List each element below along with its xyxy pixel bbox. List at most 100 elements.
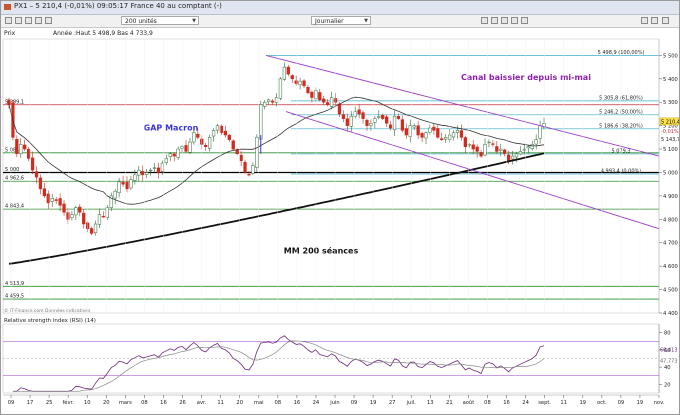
x-tick-label: 08 [275, 400, 282, 406]
candle-body [168, 153, 172, 157]
candle-body [223, 130, 227, 136]
candle-body [436, 128, 440, 138]
candle-body [471, 144, 475, 150]
candle-body [396, 116, 401, 119]
x-tick-label: mars [119, 400, 132, 406]
candle-body [388, 124, 393, 129]
candle-body [133, 174, 137, 181]
candle-body [207, 137, 212, 149]
candle-body [365, 119, 369, 126]
candle-body [270, 100, 275, 103]
candle-body [188, 141, 192, 153]
candle-body [369, 123, 373, 126]
current-price-change: -0,01% [661, 129, 679, 135]
candle-body [137, 169, 141, 176]
candle-body [412, 125, 416, 128]
candle-body [337, 103, 342, 115]
candle-body [286, 66, 290, 75]
candle-body [349, 116, 353, 127]
candle-body [42, 188, 47, 197]
candle-body [432, 126, 436, 131]
x-tick-label: 13 [427, 400, 434, 406]
candle-body [121, 181, 125, 185]
x-tick-label: 27 [389, 400, 396, 406]
candle-body [204, 144, 208, 147]
y-tick-label: 4 700 [663, 241, 678, 247]
candle-body [447, 134, 452, 140]
candle-body [278, 78, 283, 99]
x-tick-label: 08 [141, 400, 148, 406]
candle-body [404, 128, 408, 136]
candle-body [444, 137, 448, 140]
candle-body [428, 127, 432, 133]
x-tick-label: nov. [654, 400, 665, 406]
source-note: © IT-Finance.com Données indicatives [4, 307, 91, 314]
candle-body [318, 92, 322, 101]
price-tab-label[interactable]: Prix [4, 30, 16, 37]
candle-body [514, 153, 519, 158]
candle-body [259, 104, 263, 140]
candle-body [54, 199, 58, 201]
chart-canvas: Prix Année :Haut 5 498,9 Bas 4 733,9 5 5… [2, 30, 679, 406]
candle-body [227, 134, 231, 140]
candle-body [459, 130, 464, 138]
rsi-y-tick-label: 40 [664, 365, 671, 371]
rsi-y-tick-label: 20 [664, 382, 671, 388]
y-tick-label: 4 800 [663, 217, 678, 223]
x-tick-label: mai [254, 400, 264, 406]
candle-body [152, 167, 157, 169]
x-tick-label: juin [329, 400, 339, 406]
level-label: 4 962,6 [5, 176, 24, 182]
y-tick-label: 5 100 [663, 147, 678, 153]
candle-body [129, 179, 133, 189]
current-price-value: 5 210,4 [661, 119, 679, 125]
rsi-title: Relative strength index (RSI) (14) [4, 318, 96, 324]
candle-body [101, 215, 106, 218]
candle-body [530, 144, 534, 150]
candle-body [243, 161, 247, 173]
x-tick-label: 25 [46, 400, 53, 406]
x-tick-label: 11 [217, 400, 224, 406]
candle-body [400, 119, 405, 131]
candle-body [302, 80, 306, 87]
rsi-signal-value: 47,773 [660, 358, 678, 364]
x-tick-label: 09 [8, 400, 15, 406]
candle-body [361, 112, 365, 119]
candle-body [27, 149, 31, 159]
x-tick-label: juil. [406, 400, 417, 406]
x-tick-label: 16 [294, 400, 301, 406]
candle-body [522, 148, 526, 151]
candle-body [86, 222, 90, 229]
x-tick-label: 17 [27, 400, 34, 406]
candle-body [463, 137, 467, 147]
y-tick-label: 5 000 [663, 170, 678, 176]
y-tick-label: 5 500 [663, 53, 678, 59]
x-tick-label: févr. [62, 399, 74, 406]
candle-body [34, 171, 39, 178]
x-tick-label: 21 [446, 400, 453, 406]
candle-body [455, 130, 460, 133]
x-tick-label: 19 [579, 400, 586, 406]
level-label: 4 513,9 [5, 281, 24, 287]
level-label: 5 000 [5, 167, 19, 173]
x-tick-label: 19 [637, 400, 644, 406]
candle-body [97, 214, 102, 225]
candle-body [306, 87, 310, 94]
y-tick-label: 4 600 [663, 264, 678, 270]
candle-body [192, 132, 196, 143]
rsi-last-value: 60,413 [660, 348, 678, 354]
candle-body [215, 125, 220, 131]
candle-body [141, 171, 145, 176]
candle-body [333, 98, 338, 103]
candle-body [164, 158, 168, 163]
y-tick-label: 4 900 [663, 194, 678, 200]
x-tick-label: 24 [522, 400, 529, 406]
y-tick-label: 5 300 [663, 100, 678, 106]
candle-body [211, 130, 216, 137]
candle-body [381, 114, 385, 119]
candle-body [82, 212, 86, 225]
candle-body [70, 214, 74, 218]
candle-body [180, 146, 184, 149]
candle-body [495, 146, 499, 152]
candle-body [510, 155, 515, 160]
